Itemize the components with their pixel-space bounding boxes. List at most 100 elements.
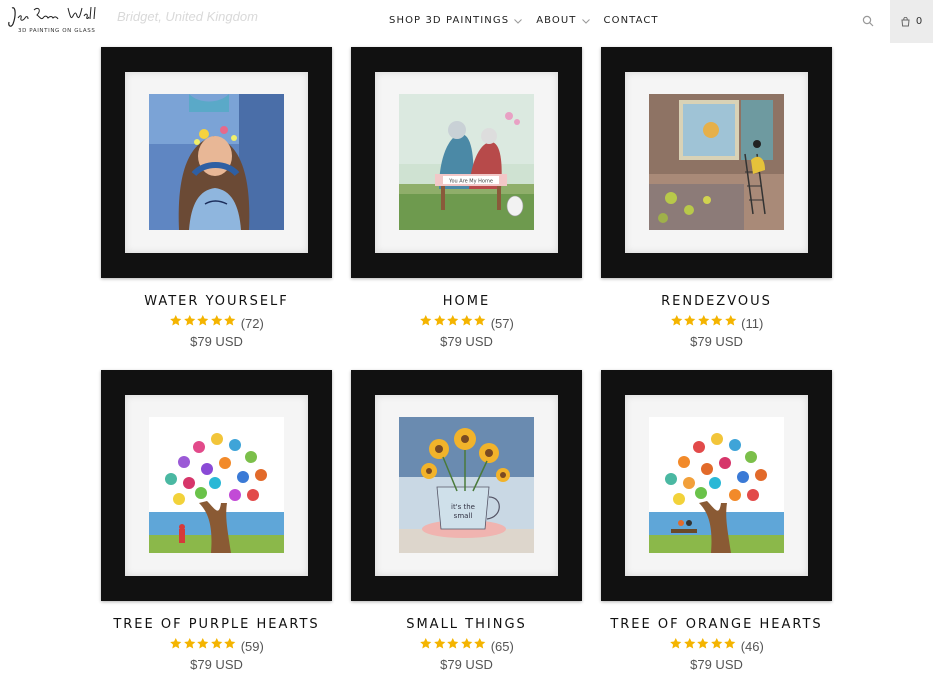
product-title[interactable]: SMALL THINGS — [351, 617, 582, 632]
star-rating — [419, 314, 487, 332]
star-icon — [710, 637, 723, 649]
nav-contact[interactable]: CONTACT — [604, 15, 659, 26]
product-card[interactable]: it's the small SMALL THINGS (65) $79 USD — [351, 370, 582, 672]
review-count: (72) — [240, 315, 264, 331]
logo-signature-icon — [8, 6, 96, 27]
product-title[interactable]: WATER YOURSELF — [101, 294, 332, 309]
star-icon — [711, 314, 723, 326]
product-title[interactable]: TREE OF PURPLE HEARTS — [101, 617, 332, 632]
product-title[interactable]: TREE OF ORANGE HEARTS — [601, 617, 832, 632]
product-image[interactable] — [101, 47, 332, 278]
search-icon[interactable] — [862, 15, 874, 27]
chevron-down-icon — [514, 18, 523, 24]
cart-icon — [901, 16, 910, 26]
product-price: $79 USD — [690, 334, 743, 349]
artwork-water-yourself — [149, 94, 284, 230]
artwork-home: You Are My Home — [399, 94, 534, 230]
cart-count: 0 — [915, 16, 923, 27]
star-icon — [474, 314, 486, 326]
product-rating: (72) — [101, 314, 332, 331]
logo-subtitle: 3D PAINTING ON GLASS — [18, 28, 96, 34]
star-icon — [670, 637, 682, 649]
star-icon — [697, 314, 710, 326]
product-card[interactable]: You Are My Home HOME (57) $79 USD — [351, 47, 582, 349]
faded-location-text: Bridget, United Kingdom — [117, 9, 258, 24]
product-image[interactable] — [601, 370, 832, 601]
product-card[interactable]: TREE OF PURPLE HEARTS (59) $79 USD — [101, 370, 332, 672]
product-image[interactable]: You Are My Home — [351, 47, 582, 278]
product-price: $79 USD — [690, 657, 743, 672]
frame-mat: it's the small — [375, 395, 558, 576]
product-title[interactable]: RENDEZVOUS — [601, 294, 832, 309]
frame-mat — [625, 395, 808, 576]
star-icon — [433, 637, 446, 649]
review-count: (57) — [490, 315, 514, 331]
cart-button[interactable]: 0 — [890, 0, 933, 43]
product-image[interactable] — [101, 370, 332, 601]
product-price: $79 USD — [440, 334, 493, 349]
star-icon — [670, 314, 683, 326]
star-icon — [183, 637, 196, 649]
product-rating: (57) — [351, 314, 582, 332]
star-rating — [669, 637, 737, 655]
star-icon — [210, 637, 223, 649]
star-icon — [170, 637, 182, 649]
frame-mat — [625, 72, 808, 253]
review-count: (46) — [740, 638, 764, 654]
review-count: (59) — [240, 638, 264, 654]
star-icon — [447, 637, 459, 649]
star-icon — [724, 637, 736, 649]
product-rating: (65) — [351, 637, 582, 655]
product-title[interactable]: HOME — [351, 294, 582, 309]
product-card[interactable]: TREE OF ORANGE HEARTS (46) $79 USD — [601, 370, 832, 672]
product-image[interactable] — [601, 47, 832, 278]
star-icon — [170, 314, 182, 326]
artwork-tree-of-orange-hearts — [649, 417, 784, 553]
star-icon — [197, 314, 209, 326]
product-rating: (11) — [601, 314, 832, 331]
star-icon — [683, 637, 696, 649]
chevron-down-icon — [581, 18, 590, 24]
review-count: (65) — [490, 638, 514, 654]
star-rating — [419, 637, 487, 655]
product-image[interactable]: it's the small — [351, 370, 582, 601]
star-icon — [724, 314, 737, 326]
product-card[interactable]: WATER YOURSELF (72) $79 USD — [101, 47, 332, 349]
star-icon — [183, 314, 196, 326]
star-icon — [474, 637, 486, 649]
star-icon — [460, 637, 473, 649]
star-icon — [224, 314, 236, 326]
artwork-tree-of-purple-hearts — [149, 417, 284, 553]
svg-text:small: small — [454, 512, 473, 520]
star-icon — [447, 314, 459, 326]
frame-mat: You Are My Home — [375, 72, 558, 253]
nav-about[interactable]: ABOUT — [536, 15, 590, 26]
star-icon — [420, 314, 432, 326]
nav-contact-label: CONTACT — [603, 15, 659, 26]
svg-text:it's the: it's the — [451, 503, 475, 511]
artwork-small-things: it's the small — [399, 417, 534, 553]
nav-shop-3d-paintings[interactable]: SHOP 3D PAINTINGS — [389, 15, 523, 26]
star-icon — [420, 637, 432, 649]
site-logo[interactable]: 3D PAINTING ON GLASS — [6, 4, 98, 38]
site-header: 3D PAINTING ON GLASS Bridget, United Kin… — [0, 0, 933, 44]
star-icon — [697, 637, 709, 649]
star-rating — [169, 637, 237, 655]
frame-mat — [125, 395, 308, 576]
frame-mat — [125, 72, 308, 253]
star-icon — [460, 314, 473, 326]
star-icon — [224, 637, 236, 649]
nav-about-label: ABOUT — [536, 15, 577, 26]
nav-shop-label: SHOP 3D PAINTINGS — [389, 15, 510, 26]
artwork-rendezvous — [649, 94, 784, 230]
svg-text:You Are My Home: You Are My Home — [448, 179, 493, 185]
star-icon — [210, 314, 223, 326]
product-price: $79 USD — [440, 657, 493, 672]
review-count: (11) — [741, 315, 764, 331]
product-price: $79 USD — [190, 657, 243, 672]
product-card[interactable]: RENDEZVOUS (11) $79 USD — [601, 47, 832, 349]
product-rating: (59) — [101, 637, 332, 655]
star-icon — [433, 314, 446, 326]
product-rating: (46) — [601, 637, 832, 655]
main-nav: SHOP 3D PAINTINGS ABOUT CONTACT — [389, 15, 659, 26]
